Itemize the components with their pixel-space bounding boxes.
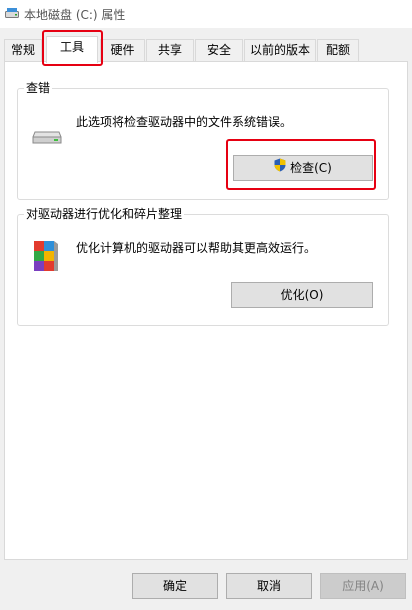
tools-panel: 查错 此选项将检查驱动器中的文件系统错误。 检查(C) 对驱动器进行优化和碎片整… — [4, 61, 408, 560]
check-button[interactable]: 检查(C) — [233, 155, 373, 181]
properties-dialog: 本地磁盘 (C:) 属性 常规 工具 硬件 共享 安全 以前的版本 配额 查错 … — [0, 0, 412, 610]
uac-shield-icon — [274, 156, 286, 180]
error-checking-title: 查错 — [24, 80, 53, 96]
tab-sharing[interactable]: 共享 — [146, 39, 194, 61]
optimize-description: 优化计算机的驱动器可以帮助其更高效运行。 — [76, 241, 317, 255]
defrag-icon — [32, 239, 60, 276]
tab-strip: 常规 工具 硬件 共享 安全 以前的版本 配额 — [0, 36, 412, 63]
title-bar: 本地磁盘 (C:) 属性 — [0, 0, 412, 28]
tab-tools[interactable]: 工具 — [46, 36, 98, 63]
error-checking-group: 查错 此选项将检查驱动器中的文件系统错误。 检查(C) — [17, 80, 389, 200]
tab-general[interactable]: 常规 — [4, 39, 42, 61]
ok-button[interactable]: 确定 — [132, 573, 218, 599]
window-title: 本地磁盘 (C:) 属性 — [24, 8, 126, 22]
check-button-label: 检查(C) — [290, 161, 332, 175]
error-checking-description: 此选项将检查驱动器中的文件系统错误。 — [76, 115, 293, 129]
optimize-group: 对驱动器进行优化和碎片整理 优化计算机的驱动器可以帮助其更高效运行。 优化(O) — [17, 206, 389, 326]
tab-previous-versions[interactable]: 以前的版本 — [244, 39, 316, 61]
cancel-button[interactable]: 取消 — [226, 573, 312, 599]
tab-hardware[interactable]: 硬件 — [100, 39, 145, 61]
optimize-title: 对驱动器进行优化和碎片整理 — [24, 206, 185, 222]
tab-security[interactable]: 安全 — [195, 39, 243, 61]
optimize-button[interactable]: 优化(O) — [231, 282, 373, 308]
drive-icon — [5, 7, 19, 19]
apply-button[interactable]: 应用(A) — [320, 573, 406, 599]
tab-quota[interactable]: 配额 — [317, 39, 359, 61]
drive-icon — [32, 129, 62, 148]
